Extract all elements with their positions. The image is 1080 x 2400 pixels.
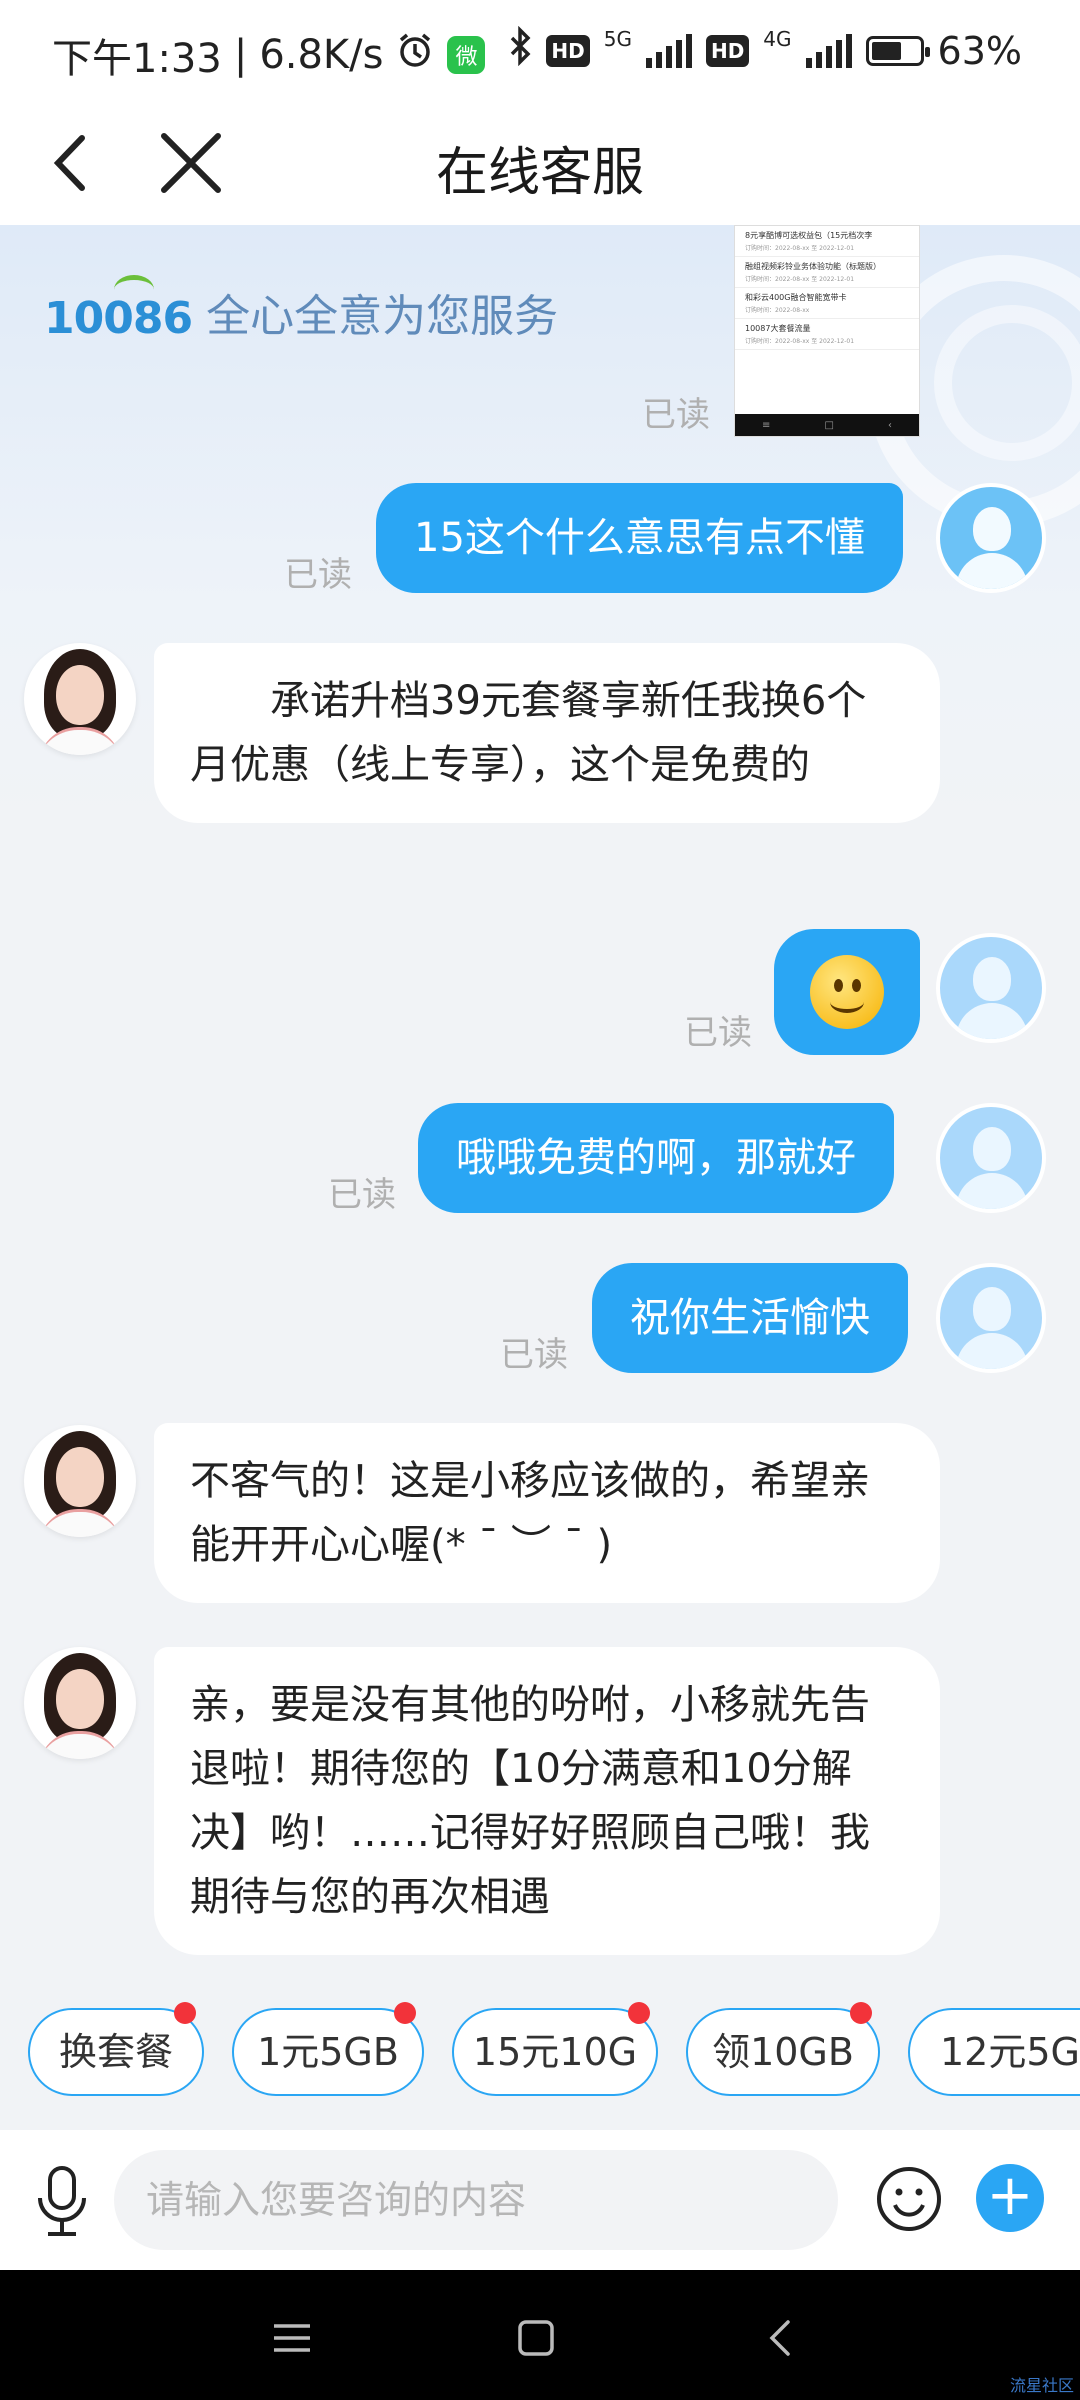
nav-bar: 在线客服 xyxy=(0,100,1080,226)
preview-row: 8元享酷博可选权益包（15元档次李 订购时间：2022-08-xx 至 2022-… xyxy=(735,226,919,257)
network-4g-label: 4G xyxy=(763,26,792,51)
menu-button[interactable] xyxy=(262,2308,322,2368)
user-message[interactable]: 祝你生活愉快 xyxy=(592,1263,908,1373)
separator: | xyxy=(233,32,248,78)
home-button[interactable] xyxy=(506,2308,566,2368)
back-icon xyxy=(769,2320,790,2356)
notification-dot xyxy=(174,2002,196,2024)
quick-reply-chip[interactable]: 15元10G xyxy=(452,2002,658,2096)
quick-reply-chip[interactable]: 换套餐 xyxy=(28,2002,204,2096)
user-avatar[interactable] xyxy=(936,483,1046,593)
hd-icon: HD xyxy=(546,34,590,67)
image-message[interactable]: 8元享酷博可选权益包（15元档次李 订购时间：2022-08-xx 至 2022-… xyxy=(734,225,920,437)
menu-icon xyxy=(274,2324,310,2352)
agent-message[interactable]: 亲，要是没有其他的吩咐，小移就先告退啦！期待您的【10分满意和10分解决】哟！…… xyxy=(154,1647,940,1955)
alarm-icon xyxy=(395,30,435,80)
status-left: 下午1:33 | 6.8K/s 微 xyxy=(52,26,486,84)
preview-row: 和彩云400G融合智能宽带卡 订购时间：2022-08-xx xyxy=(735,288,919,319)
agent-message[interactable]: 承诺升档39元套餐享新任我换6个月优惠（线上专享），这个是免费的 xyxy=(154,643,940,823)
preview-row: 10087大套餐流量 订购时间：2022-08-xx 至 2022-12-01 xyxy=(735,319,919,350)
page-title: 在线客服 xyxy=(435,143,644,203)
user-avatar[interactable] xyxy=(936,1103,1046,1213)
home-icon xyxy=(518,2320,554,2356)
brand-logo: 10086 xyxy=(44,275,193,344)
message-input[interactable] xyxy=(114,2150,838,2250)
agent-message[interactable]: 不客气的！这是小移应该做的，希望亲能开开心心喔(* ˉ ︶ ˉ ) xyxy=(154,1423,940,1603)
system-nav-bar: 流星社区 xyxy=(0,2270,1080,2400)
agent-avatar[interactable] xyxy=(24,1425,136,1537)
signal-icon xyxy=(645,33,692,68)
read-receipt: 已读 xyxy=(500,1335,568,1375)
banner-decoration-2 xyxy=(934,305,1080,461)
user-avatar[interactable] xyxy=(936,933,1046,1043)
network-speed: 6.8K/s xyxy=(259,32,384,78)
microphone-icon xyxy=(38,2166,86,2236)
notification-dot xyxy=(850,2002,872,2024)
chat-area[interactable]: 10086 全心全意为您服务 8元享酷博可选权益包（15元档次李 订购时间：202… xyxy=(0,225,1080,2130)
watermark: 流星社区 xyxy=(1009,2376,1074,2395)
hd-icon-2: HD xyxy=(705,34,750,67)
read-receipt: 已读 xyxy=(328,1175,396,1215)
user-message[interactable]: 15这个什么意思有点不懂 xyxy=(376,483,903,593)
user-message[interactable]: 哦哦免费的啊，那就好 xyxy=(418,1103,894,1213)
add-button[interactable]: + xyxy=(976,2164,1044,2232)
brand-banner: 10086 全心全意为您服务 xyxy=(44,275,559,344)
status-bar: 下午1:33 | 6.8K/s 微 HD 5G HD 4G 63% xyxy=(0,0,1080,100)
quick-reply-chip[interactable]: 12元5GB xyxy=(908,2008,1080,2096)
voice-button[interactable] xyxy=(20,2158,104,2242)
battery-icon xyxy=(865,35,930,66)
quick-reply-chip[interactable]: 领10GB xyxy=(686,2002,880,2096)
status-right: HD 5G HD 4G 63% xyxy=(508,25,1022,75)
agent-avatar[interactable] xyxy=(24,643,136,755)
brand-slogan: 全心全意为您服务 xyxy=(206,291,559,342)
read-receipt: 已读 xyxy=(642,395,710,435)
input-bar: + xyxy=(0,2130,1080,2270)
notification-dot xyxy=(394,2002,416,2024)
signal-icon-2 xyxy=(805,33,852,68)
smiley-icon xyxy=(877,2167,941,2231)
read-receipt: 已读 xyxy=(284,555,352,595)
clock: 下午1:33 xyxy=(52,36,222,82)
user-avatar[interactable] xyxy=(936,1263,1046,1373)
agent-avatar[interactable] xyxy=(24,1647,136,1759)
plus-icon: + xyxy=(986,2163,1034,2228)
wechat-icon: 微 xyxy=(447,36,486,74)
smiley-emoji-icon xyxy=(810,955,884,1029)
bluetooth-icon xyxy=(508,25,532,75)
quick-reply-bar[interactable]: 换套餐 1元5GB 15元10G 领10GB 12元5GB xyxy=(0,2002,1080,2104)
user-emoji-message[interactable] xyxy=(774,929,920,1055)
read-receipt: 已读 xyxy=(684,1013,752,1053)
system-back-button[interactable] xyxy=(752,2308,812,2368)
network-5g-label: 5G xyxy=(603,26,632,51)
emoji-button[interactable] xyxy=(866,2156,952,2242)
notification-dot xyxy=(628,2002,650,2024)
preview-row: 融组视频彩铃业务体验功能（标题版） 订购时间：2022-08-xx 至 2022-… xyxy=(735,257,919,288)
preview-nav: ≡ □ ‹ xyxy=(735,414,919,436)
quick-reply-chip[interactable]: 1元5GB xyxy=(232,2002,424,2096)
battery-percent: 63% xyxy=(937,28,1022,73)
